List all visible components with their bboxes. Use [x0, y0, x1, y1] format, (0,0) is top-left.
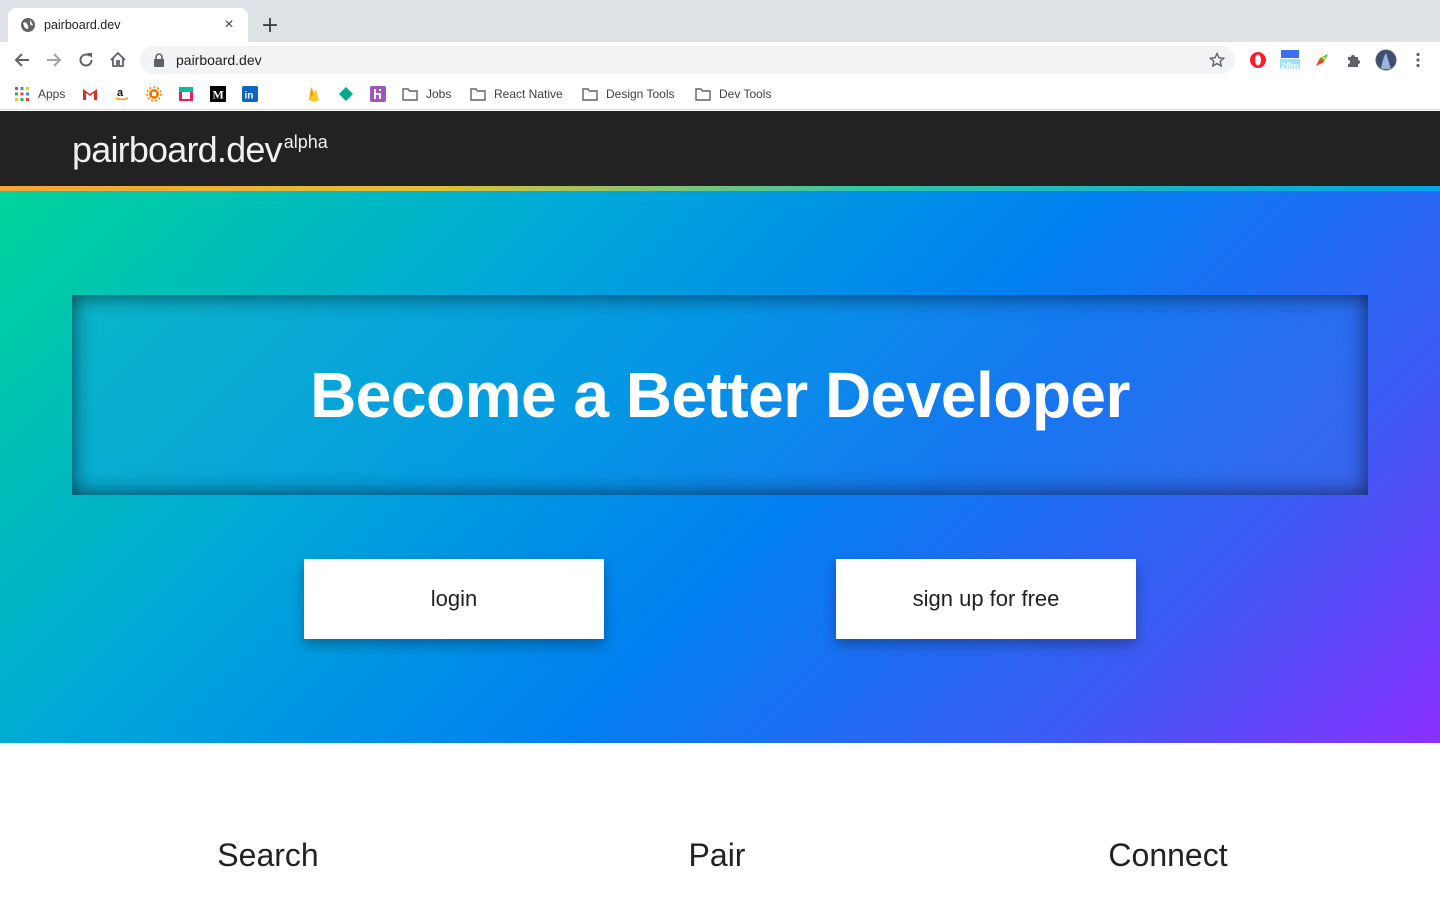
svg-text:in: in	[245, 91, 254, 102]
feature-search: Search	[28, 836, 508, 874]
timer-badge: 28m	[1280, 61, 1299, 71]
new-tab-button[interactable]: +	[258, 13, 282, 38]
bookmark-diamond[interactable]	[338, 84, 354, 104]
folder-icon	[582, 86, 598, 102]
profile-avatar[interactable]	[1374, 48, 1398, 72]
bookmark-linkedin[interactable]: in	[242, 84, 258, 104]
bookmark-folder-dev-tools[interactable]: Dev Tools	[695, 84, 771, 104]
url-text[interactable]: pairboard.dev	[176, 52, 1205, 68]
signup-button[interactable]: sign up for free	[836, 559, 1136, 639]
browser-toolbar: pairboard.dev 28m	[0, 42, 1440, 78]
bookmark-gmail[interactable]	[82, 84, 98, 104]
bookmark-heroku[interactable]	[370, 84, 386, 104]
brand-logo[interactable]: pairboard.dev alpha	[72, 129, 328, 171]
tab-close-icon[interactable]: ×	[220, 16, 238, 34]
diamond-icon	[338, 86, 354, 102]
bookmark-folder-react-native[interactable]: React Native	[470, 84, 563, 104]
site-header: pairboard.dev alpha	[0, 111, 1440, 186]
bookmark-folder-label: Jobs	[426, 87, 452, 101]
brand-badge: alpha	[283, 132, 328, 152]
bookmark-apps[interactable]: Apps	[14, 84, 65, 104]
gmail-icon	[82, 86, 98, 102]
back-button[interactable]	[10, 48, 34, 72]
bookmark-folder-design-tools[interactable]: Design Tools	[582, 84, 674, 104]
rocket-extension-icon[interactable]	[1310, 48, 1334, 72]
feature-pair: Pair	[477, 836, 957, 874]
bookmark-star-icon[interactable]	[1205, 48, 1229, 72]
bookmark-folder-label: Design Tools	[606, 87, 675, 101]
opera-extension-icon[interactable]	[1246, 48, 1270, 72]
svg-text:M: M	[213, 88, 224, 102]
bookmark-folder-jobs[interactable]: Jobs	[402, 84, 451, 104]
globe-icon	[20, 17, 36, 33]
reload-icon	[79, 53, 93, 67]
feature-connect: Connect	[928, 836, 1408, 874]
lock-icon[interactable]	[152, 53, 166, 67]
bookmark-folder-label: Dev Tools	[719, 87, 772, 101]
browser-menu-icon[interactable]	[1406, 48, 1430, 72]
arrow-right-icon	[47, 53, 62, 67]
svg-text:a: a	[117, 87, 124, 99]
timer-extension-icon[interactable]: 28m	[1278, 48, 1302, 72]
linkedin-icon: in	[242, 86, 258, 102]
firebase-icon	[306, 86, 322, 102]
home-button[interactable]	[106, 48, 130, 72]
sun-icon	[146, 86, 162, 102]
browser-tab[interactable]: pairboard.dev ×	[8, 8, 248, 42]
hero-title: Become a Better Developer	[310, 359, 1130, 431]
apps-grid-icon	[14, 86, 30, 102]
arrow-left-icon	[14, 53, 29, 67]
forward-button[interactable]	[42, 48, 66, 72]
address-bar[interactable]: pairboard.dev	[140, 46, 1235, 74]
bookmark-firebase[interactable]	[306, 84, 322, 104]
brand-name: pairboard.dev	[72, 129, 283, 170]
feature-title: Connect	[1108, 837, 1228, 873]
folder-icon	[402, 86, 418, 102]
login-button[interactable]: login	[304, 559, 604, 639]
hero-banner: Become a Better Developer	[72, 295, 1368, 495]
bookmark-sun[interactable]	[146, 84, 162, 104]
hero-section: Become a Better Developer login sign up …	[0, 191, 1440, 743]
home-icon	[110, 51, 126, 67]
folder-icon	[470, 86, 486, 102]
bookmark-folder-label: React Native	[494, 87, 563, 101]
bookmark-apps-label: Apps	[38, 87, 66, 101]
heroku-icon	[370, 86, 386, 102]
bookmark-amazon[interactable]: a	[114, 84, 130, 104]
bookmark-square-app[interactable]	[178, 84, 194, 104]
medium-icon: M	[210, 86, 226, 102]
square-logo-icon	[178, 86, 194, 102]
reload-button[interactable]	[74, 48, 98, 72]
tab-strip: pairboard.dev × +	[0, 0, 1440, 42]
bookmarks-bar: Apps a M in Jobs React Native Design Too…	[0, 78, 1440, 110]
bookmark-medium[interactable]: M	[210, 84, 226, 104]
amazon-icon: a	[114, 86, 130, 102]
tab-title: pairboard.dev	[44, 18, 121, 32]
puzzle-extensions-icon[interactable]	[1342, 48, 1366, 72]
folder-icon	[695, 86, 711, 102]
feature-title: Pair	[688, 837, 746, 873]
feature-title: Search	[217, 837, 319, 873]
